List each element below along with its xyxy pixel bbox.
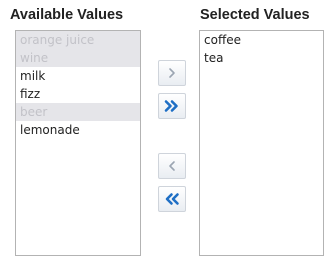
list-item[interactable]: lemonade — [16, 121, 140, 139]
remove-button[interactable] — [158, 153, 186, 179]
move-button[interactable] — [158, 60, 186, 86]
list-item[interactable]: coffee — [200, 31, 323, 49]
list-item[interactable]: tea — [200, 49, 323, 67]
selected-values-list[interactable]: coffee tea — [199, 30, 324, 256]
chevron-left-icon — [169, 161, 175, 171]
move-all-button[interactable] — [158, 93, 186, 119]
available-values-heading: Available Values — [10, 7, 124, 23]
chevron-right-icon — [169, 68, 175, 78]
available-values-list[interactable]: orange juice wine milk fizz beer lemonad… — [15, 30, 141, 256]
list-item[interactable]: fizz — [16, 85, 140, 103]
list-item[interactable]: wine — [16, 49, 140, 67]
double-chevron-right-icon — [164, 100, 178, 112]
list-item[interactable]: beer — [16, 103, 140, 121]
remove-all-button[interactable] — [158, 186, 186, 212]
double-chevron-left-icon — [165, 193, 179, 205]
list-item[interactable]: orange juice — [16, 31, 140, 49]
list-item[interactable]: milk — [16, 67, 140, 85]
selected-values-heading: Selected Values — [200, 7, 310, 23]
